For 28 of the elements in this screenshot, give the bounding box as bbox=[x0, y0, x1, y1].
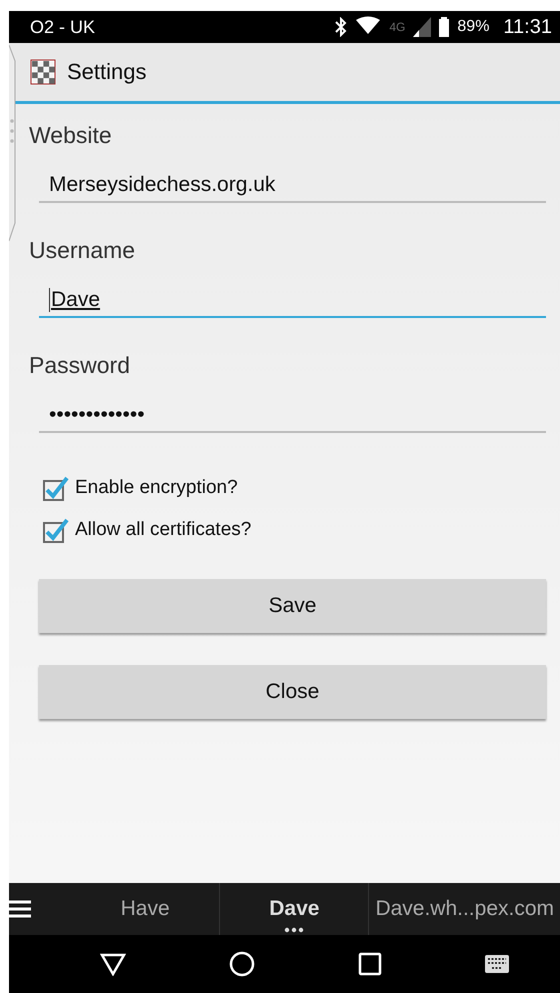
action-button[interactable]: Close bbox=[39, 665, 546, 719]
menu-icon[interactable] bbox=[9, 900, 31, 918]
checkbox[interactable] bbox=[43, 475, 69, 501]
field-label: Website bbox=[29, 121, 113, 149]
checkbox[interactable] bbox=[43, 517, 69, 543]
checkbox-label: Enable encryption? bbox=[75, 477, 238, 499]
action-button[interactable]: Save bbox=[39, 579, 546, 633]
field-label: Password bbox=[29, 351, 131, 379]
home-icon[interactable] bbox=[229, 951, 256, 977]
network-type: 4G bbox=[389, 20, 406, 34]
bottom-tab[interactable]: Have bbox=[71, 883, 220, 935]
screen-title: Settings bbox=[67, 59, 146, 85]
signal-icon bbox=[413, 17, 432, 37]
field-label: Username bbox=[29, 236, 136, 264]
input-field[interactable]: ••••••••••••• bbox=[39, 393, 546, 433]
bluetooth-icon bbox=[335, 17, 348, 37]
keyboard-icon[interactable] bbox=[484, 955, 509, 973]
battery-percent: 89% bbox=[457, 18, 490, 36]
chessboard-icon bbox=[29, 58, 57, 86]
back-icon[interactable] bbox=[100, 952, 126, 976]
recents-icon[interactable] bbox=[358, 952, 382, 976]
clock-time: 11:31 bbox=[503, 16, 552, 38]
carrier-name: O2 - UK bbox=[30, 16, 96, 38]
checkbox-label: Allow all certificates? bbox=[75, 519, 252, 541]
more-dots-icon bbox=[284, 927, 304, 933]
input-field[interactable]: Dave bbox=[39, 278, 546, 318]
battery-icon bbox=[439, 17, 450, 37]
input-field[interactable]: Merseysidechess.org.uk bbox=[39, 163, 546, 203]
